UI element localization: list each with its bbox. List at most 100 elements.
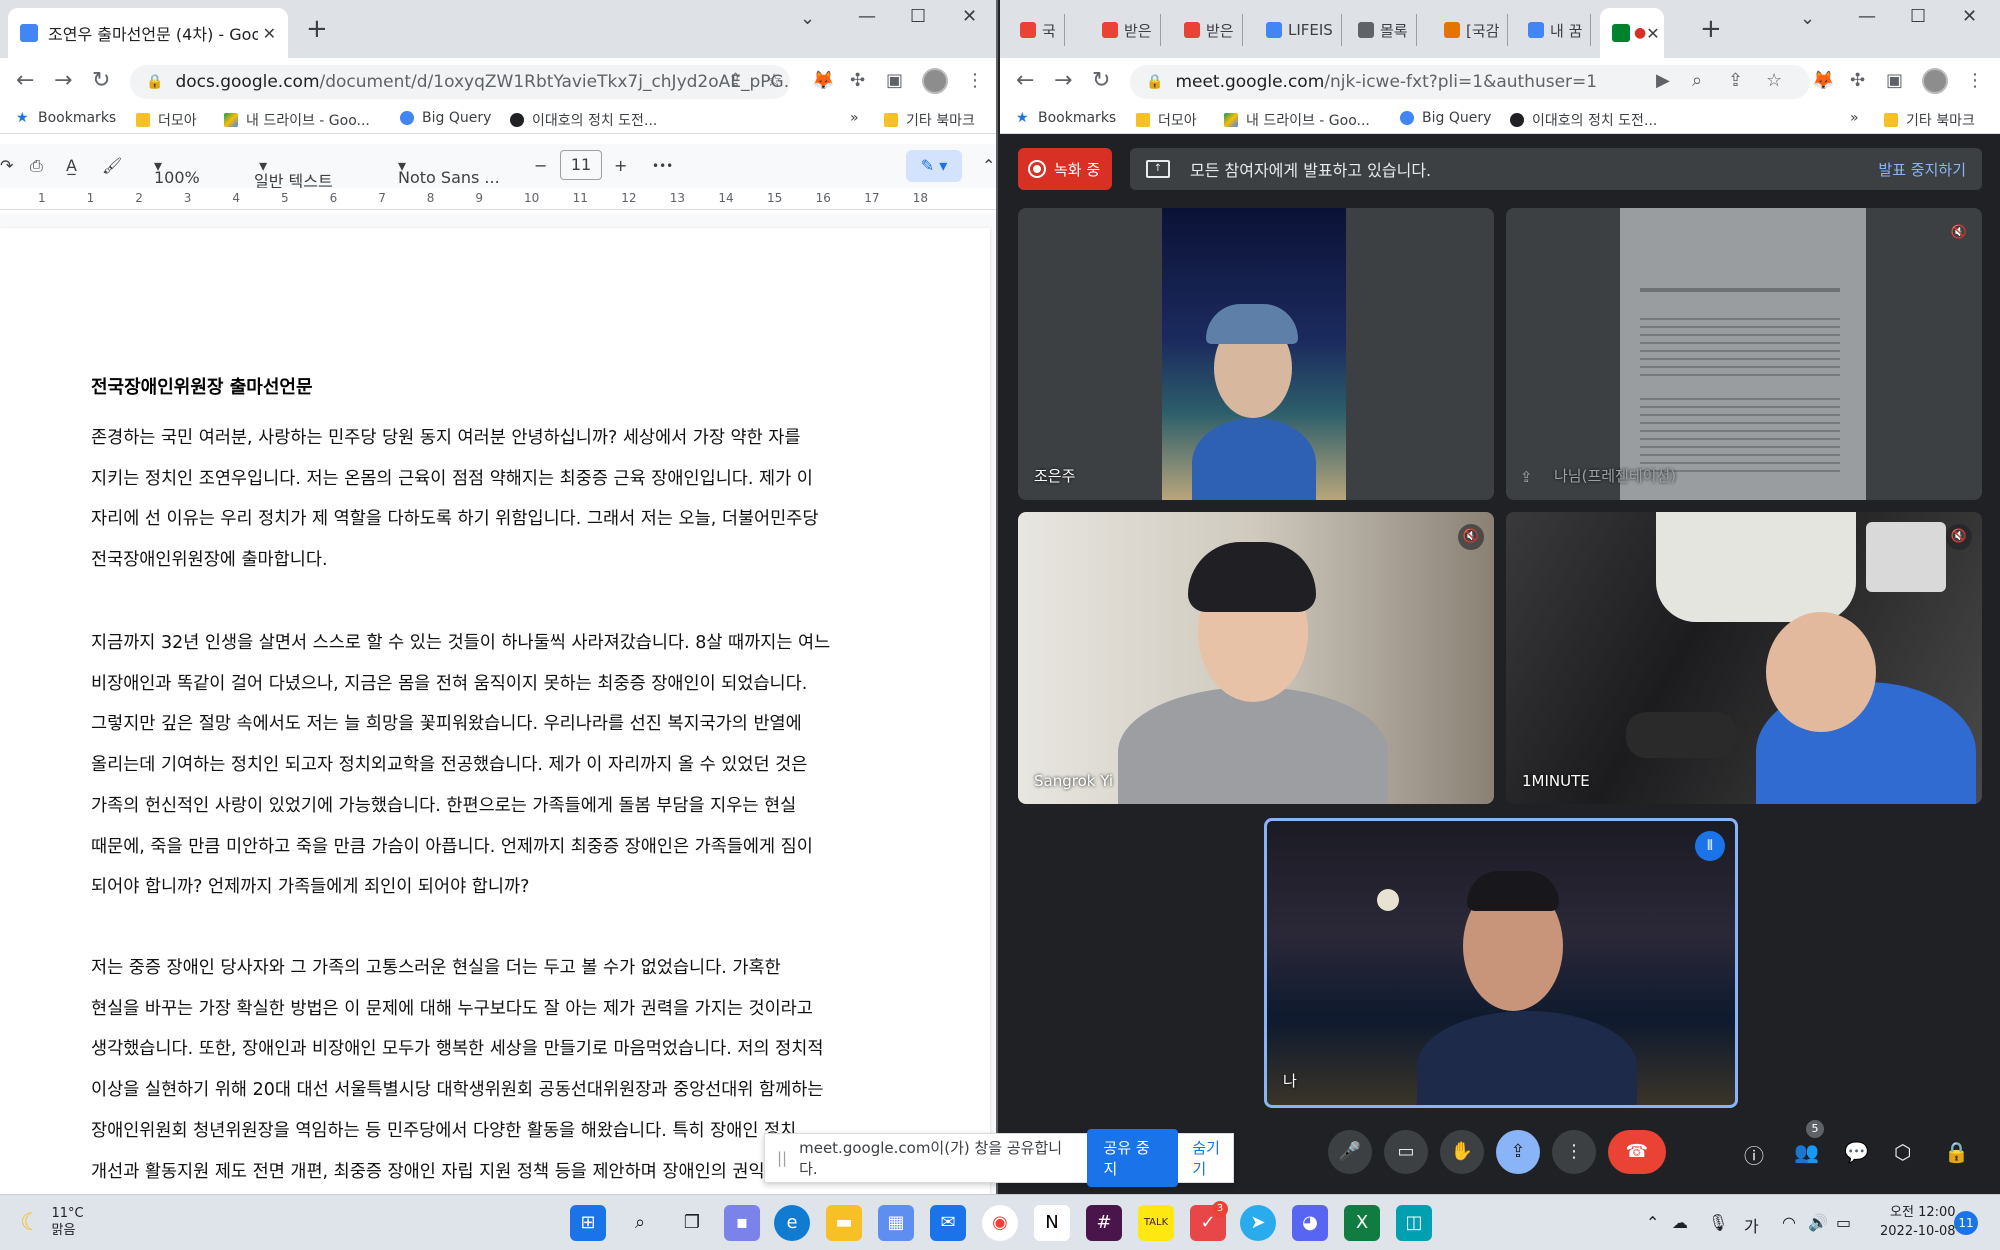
increase-font-button[interactable]: + [614, 156, 627, 175]
tab-docs[interactable]: 내 꿈 [1520, 14, 1592, 46]
notion-icon[interactable]: N [1034, 1205, 1070, 1241]
more-tools-button[interactable]: ••• [652, 159, 673, 173]
leave-call-button[interactable]: ☎ [1608, 1130, 1666, 1174]
tab-gmail[interactable]: 국 [1012, 14, 1065, 46]
bookmark-item[interactable]: 내 드라이브 - Goo... [224, 110, 370, 130]
hide-button[interactable]: 숨기기 [1192, 1137, 1233, 1179]
participant-tile[interactable]: 조은주 [1018, 208, 1494, 500]
close-window-icon[interactable]: ✕ [962, 6, 977, 27]
wifi-icon[interactable]: ◠ [1782, 1213, 1796, 1232]
participant-tile[interactable]: 🔇 1MINUTE [1506, 512, 1982, 804]
telegram-icon[interactable]: ➤ [1240, 1205, 1276, 1241]
microphone-button[interactable]: 🎤 [1328, 1130, 1372, 1174]
tab-meet-active[interactable]: ● ✕ [1600, 8, 1664, 58]
discord-icon[interactable]: ◕ [1292, 1205, 1328, 1241]
activities-icon[interactable]: ⬡ [1894, 1140, 1911, 1164]
metamask-icon[interactable]: 🦊 [1812, 70, 1834, 91]
reload-icon[interactable]: ↻ [92, 68, 110, 93]
recording-indicator[interactable]: 녹화 중 [1018, 148, 1112, 190]
bookmark-item[interactable]: ★ Bookmarks [1016, 110, 1116, 126]
bookmark-star-icon[interactable]: ☆ [766, 70, 782, 91]
host-controls-icon[interactable]: 🔒 [1944, 1140, 1969, 1164]
store-icon[interactable]: ▦ [878, 1205, 914, 1241]
tab-gmail[interactable]: 받은 [1094, 14, 1161, 46]
share-icon[interactable]: ⇪ [728, 70, 743, 91]
back-icon[interactable]: ← [16, 68, 34, 93]
bookmark-item[interactable]: 이대호의 정치 도전... [510, 110, 657, 130]
address-bar[interactable]: 🔒 docs.google.com /document/d/1oxyqZW1Rb… [130, 65, 790, 99]
style-select[interactable]: 일반 텍스트 ▾ [254, 156, 333, 191]
tab-site[interactable]: 몰록 [1350, 14, 1417, 46]
maximize-icon[interactable]: ☐ [910, 6, 926, 27]
font-size-input[interactable]: 11 [560, 150, 602, 180]
extensions-icon[interactable]: ✣ [850, 70, 865, 91]
redo-icon[interactable]: ↷ [0, 156, 13, 175]
kakaotalk-icon[interactable]: TALK [1138, 1205, 1174, 1241]
search-icon[interactable]: ⌕ [622, 1205, 658, 1241]
info-icon[interactable]: ⓘ [1744, 1140, 1764, 1169]
close-tab-icon[interactable]: ✕ [263, 24, 276, 43]
zoom-select[interactable]: 100% ▾ [154, 156, 200, 187]
chrome-icon[interactable]: ◉ [982, 1205, 1018, 1241]
bookmarks-overflow[interactable]: » [1850, 110, 1859, 126]
participant-tile[interactable]: 🔇 Sangrok Yi [1018, 512, 1494, 804]
slack-icon[interactable]: # [1086, 1205, 1122, 1241]
paint-format-icon[interactable]: 🖌 [102, 156, 122, 175]
chat-icon[interactable]: 💬 [1844, 1140, 1869, 1164]
menu-icon[interactable]: ⋮ [1966, 70, 1984, 91]
teams-icon[interactable]: ▪ [724, 1205, 760, 1241]
other-bookmarks[interactable]: 기타 북마크 [884, 110, 975, 130]
drag-handle[interactable]: || [777, 1149, 787, 1167]
volume-icon[interactable]: 🔊 [1808, 1213, 1828, 1232]
stop-sharing-button[interactable]: 공유 중지 [1087, 1129, 1179, 1187]
chevron-down-icon[interactable]: ⌄ [1800, 8, 1815, 29]
clock[interactable]: 오전 12:00 2022-10-08 [1880, 1203, 1956, 1241]
other-bookmarks[interactable]: 기타 북마크 [1884, 110, 1975, 130]
share-icon[interactable]: ⇪ [1728, 70, 1743, 91]
address-bar[interactable]: 🔒 meet.google.com /njk-icwe-fxt?pli=1&au… [1130, 65, 1810, 99]
decrease-font-button[interactable]: − [534, 156, 547, 175]
minimize-icon[interactable]: — [858, 6, 876, 27]
new-tab-icon[interactable]: + [1700, 14, 1722, 44]
forward-icon[interactable]: → [54, 68, 72, 93]
people-icon[interactable]: 👥 [1794, 1140, 1819, 1164]
chevron-up-icon[interactable]: ⌃ [1646, 1213, 1659, 1232]
app-icon[interactable]: ◫ [1396, 1205, 1432, 1241]
camera-in-use-icon[interactable]: ▶ [1656, 70, 1670, 91]
file-explorer-icon[interactable]: ▬ [826, 1205, 862, 1241]
metamask-icon[interactable]: 🦊 [812, 70, 834, 91]
new-tab-icon[interactable]: + [306, 14, 328, 44]
presentation-tile[interactable]: 🔇 나님(프레젠테이션) ⇪ [1506, 208, 1982, 500]
more-options-button[interactable]: ⋮ [1552, 1130, 1596, 1174]
bookmark-item[interactable]: 내 드라이브 - Goo... [1224, 110, 1370, 130]
present-button[interactable]: ⇪ [1496, 1130, 1540, 1174]
mail-icon[interactable]: ✉ [930, 1205, 966, 1241]
font-select[interactable]: Noto Sans ... ▾ [398, 156, 500, 187]
bookmark-item[interactable]: 더모아 [136, 110, 197, 130]
onedrive-icon[interactable]: ☁ [1672, 1213, 1688, 1232]
bookmark-item[interactable]: 이대호의 정치 도전... [1510, 110, 1657, 130]
back-icon[interactable]: ← [1016, 68, 1034, 93]
side-panel-icon[interactable]: ▣ [886, 70, 903, 91]
editing-mode-button[interactable]: ✎ ▾ [906, 150, 962, 182]
tab-site[interactable]: [국감 [1436, 14, 1509, 46]
side-panel-icon[interactable]: ▣ [1886, 70, 1903, 91]
close-window-icon[interactable]: ✕ [1962, 6, 1977, 27]
raise-hand-button[interactable]: ✋ [1440, 1130, 1484, 1174]
self-tile[interactable]: ⦀ 나 [1264, 818, 1738, 1108]
ime-indicator[interactable]: 가 [1744, 1213, 1759, 1237]
battery-icon[interactable]: ▭ [1836, 1213, 1851, 1232]
bookmark-item[interactable]: Big Query [1400, 110, 1491, 126]
task-view-icon[interactable]: ❐ [674, 1205, 710, 1241]
close-tab-icon[interactable]: ✕ [1646, 24, 1659, 43]
extensions-icon[interactable]: ✣ [1850, 70, 1865, 91]
bookmark-item[interactable]: Big Query [400, 110, 491, 126]
camera-button[interactable]: ▭ [1384, 1130, 1428, 1174]
tab-gmail[interactable]: 받은 [1176, 14, 1243, 46]
maximize-icon[interactable]: ☐ [1910, 6, 1926, 27]
menu-icon[interactable]: ⋮ [966, 70, 984, 91]
print-icon[interactable]: ⎙ [30, 156, 43, 176]
minimize-icon[interactable]: — [1858, 6, 1876, 27]
weather-widget[interactable]: ☾ 11°C 맑음 [20, 1205, 84, 1239]
zoom-icon[interactable]: ⌕ [1692, 70, 1702, 91]
